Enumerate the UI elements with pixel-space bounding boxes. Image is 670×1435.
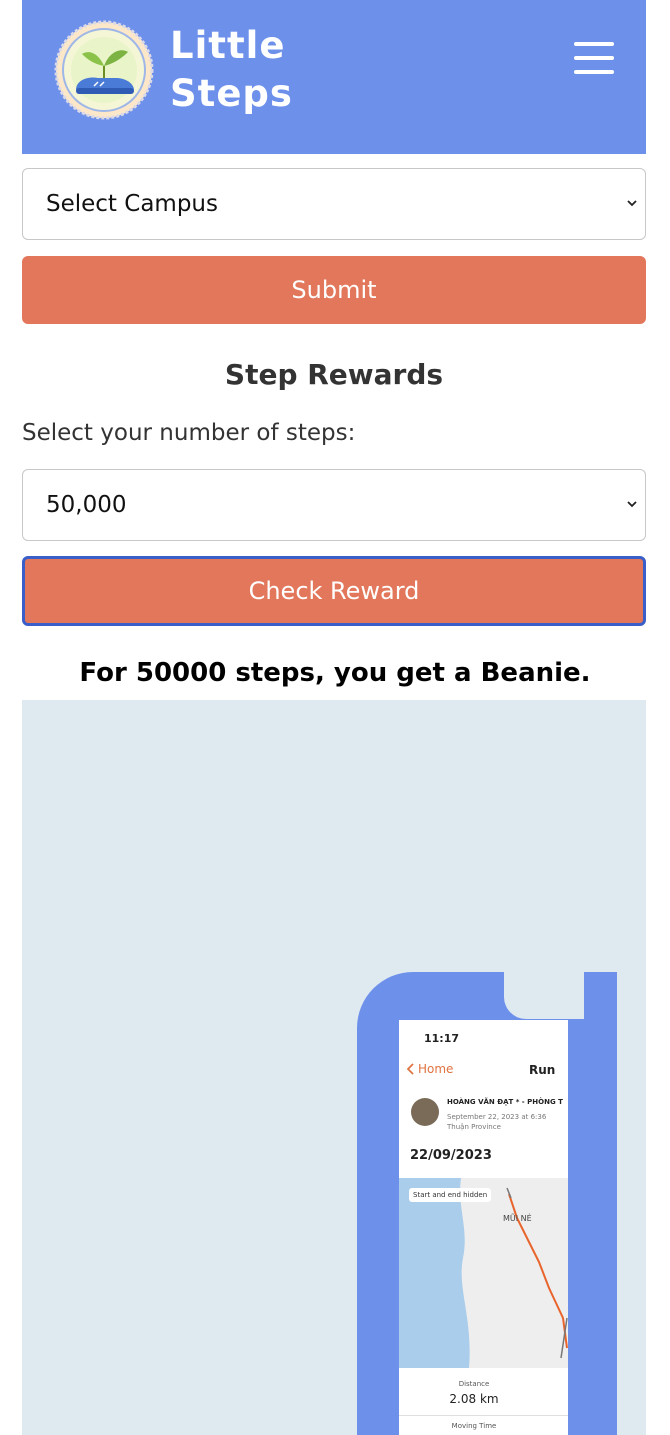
phone-activity-datetime: September 22, 2023 at 6:36: [447, 1113, 547, 1121]
phone-clock: 11:17: [424, 1032, 460, 1045]
avatar: [411, 1098, 439, 1126]
logo-line-1: Little: [170, 24, 286, 67]
phone-activity-title: Run: [529, 1063, 556, 1077]
site-header: Little Steps: [22, 0, 646, 154]
phone-route-map: Start and end hidden MŨI NÉ: [399, 1178, 568, 1368]
steps-select-value: 50,000: [46, 492, 127, 518]
campus-select-value: Select Campus: [46, 191, 218, 217]
logo-line-2: Steps: [170, 72, 293, 115]
phone-distance-value: 2.08 km: [449, 1392, 499, 1406]
submit-button[interactable]: Submit: [22, 256, 646, 324]
phone-back-label: Home: [418, 1062, 454, 1076]
map-route-line: [506, 1187, 568, 1359]
step-rewards-heading: Step Rewards: [224, 358, 444, 391]
phone-athlete-name: HOÀNG VĂN ĐẠT * - PHÒNG T: [447, 1098, 563, 1106]
campus-select[interactable]: Select Campus: [22, 168, 646, 240]
hero-phone-image: 11:17 Home Run HOÀNG VĂN ĐẠT * - PHÒNG T…: [22, 700, 646, 1435]
chevron-down-icon: [627, 501, 637, 508]
little-steps-logo-icon[interactable]: [54, 20, 154, 120]
check-reward-button-label: Check Reward: [248, 577, 420, 605]
phone-activity-date: 22/09/2023: [410, 1148, 492, 1163]
phone-stats-divider: [399, 1415, 568, 1416]
steps-select[interactable]: 50,000: [22, 469, 646, 541]
phone-moving-time-label: Moving Time: [451, 1422, 497, 1430]
chevron-left-icon: [407, 1063, 414, 1075]
map-place-label: MŨI NÉ: [503, 1214, 532, 1223]
phone-activity-location: Thuận Province: [447, 1123, 501, 1131]
phone-activity-meta: September 22, 2023 at 6:36 Thuận Provinc…: [447, 1112, 546, 1132]
hamburger-menu-icon[interactable]: [574, 42, 620, 80]
phone-back-link: Home: [407, 1062, 453, 1076]
reward-result-text: For 50000 steps, you get a Beanie.: [79, 658, 591, 688]
phone-distance-label: Distance: [458, 1380, 490, 1388]
submit-button-label: Submit: [291, 276, 377, 304]
site-logo-text[interactable]: Little Steps: [170, 22, 293, 118]
steps-select-label: Select your number of steps:: [22, 420, 356, 446]
phone-screen: 11:17 Home Run HOÀNG VĂN ĐẠT * - PHÒNG T…: [399, 1020, 568, 1435]
phone-notch: [504, 972, 584, 1019]
check-reward-button[interactable]: Check Reward: [22, 556, 646, 626]
map-hidden-tag: Start and end hidden: [409, 1188, 492, 1202]
chevron-down-icon: [627, 200, 637, 207]
